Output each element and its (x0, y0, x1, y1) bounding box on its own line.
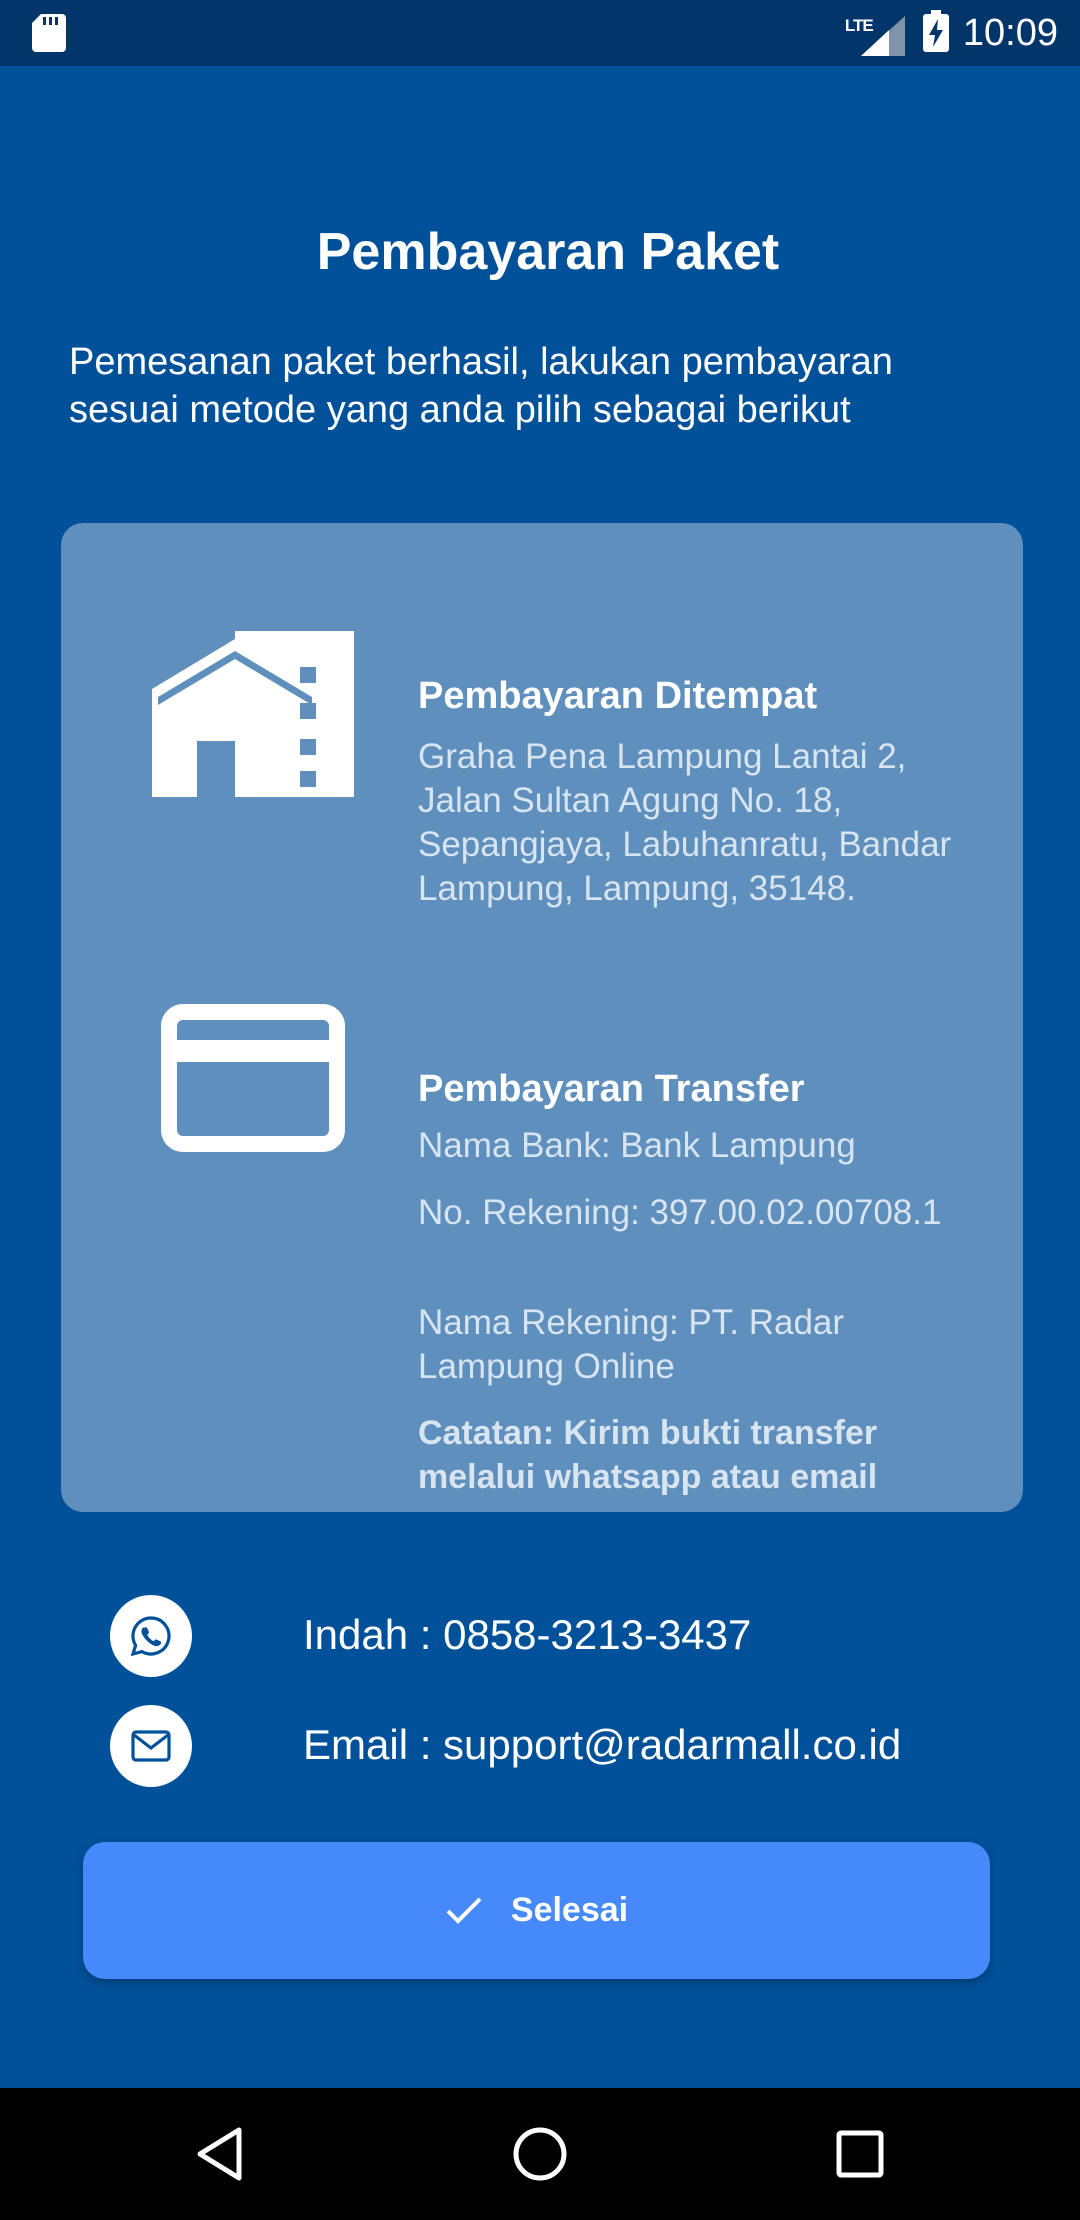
email-contact-text: Email : support@radarmall.co.id (303, 1721, 902, 1768)
home-circle-icon (513, 2127, 567, 2181)
email-contact[interactable]: Email : support@radarmall.co.id (0, 1705, 1080, 1789)
transfer-account-name: Nama Rekening: PT. Radar Lampung Online (418, 1303, 845, 1386)
home-button[interactable] (500, 2122, 580, 2186)
back-triangle-icon (197, 2127, 242, 2181)
page-title: Pembayaran Paket (316, 223, 780, 281)
whatsapp-icon-circle[interactable] (110, 1595, 192, 1677)
battery-charging-icon (922, 9, 949, 57)
payment-methods-card: Pembayaran Ditempat Graha Pena Lampung L… (61, 523, 1023, 1512)
intro-text: Pemesanan paket berhasil, lakukan pembay… (69, 341, 893, 431)
onsite-title: Pembayaran Ditempat (418, 675, 818, 717)
credit-card-icon (161, 1004, 345, 1157)
transfer-title: Pembayaran Transfer (418, 1068, 805, 1110)
clock: 10:09 (962, 11, 1058, 54)
check-icon (446, 1897, 482, 1924)
whatsapp-contact[interactable]: Indah : 0858-3213-3437 (0, 1595, 1080, 1679)
status-bar: LTE 10:09 (0, 0, 1080, 66)
transfer-bank: Nama Bank: Bank Lampung (418, 1126, 856, 1165)
back-button[interactable] (180, 2122, 260, 2186)
transfer-account-number: No. Rekening: 397.00.02.00708.1 (418, 1193, 942, 1232)
done-button[interactable]: Selesai (83, 1842, 990, 1979)
recents-button[interactable] (820, 2122, 900, 2186)
whatsapp-icon (130, 1616, 171, 1657)
email-icon-circle[interactable] (110, 1705, 192, 1787)
sd-card-icon (32, 14, 66, 57)
mail-icon (131, 1730, 171, 1762)
transfer-note: Catatan: Kirim bukti transfer melalui wh… (418, 1414, 878, 1496)
done-button-label: Selesai (510, 1891, 629, 1929)
onsite-address: Graha Pena Lampung Lantai 2, Jalan Sulta… (418, 737, 952, 908)
payment-screen: Pembayaran Paket Pemesanan paket berhasi… (0, 66, 1080, 2088)
building-icon (152, 631, 354, 802)
signal-icon: LTE (845, 10, 905, 56)
navigation-bar (0, 2088, 1080, 2220)
recents-square-icon (836, 2130, 884, 2178)
whatsapp-contact-text: Indah : 0858-3213-3437 (303, 1611, 752, 1658)
